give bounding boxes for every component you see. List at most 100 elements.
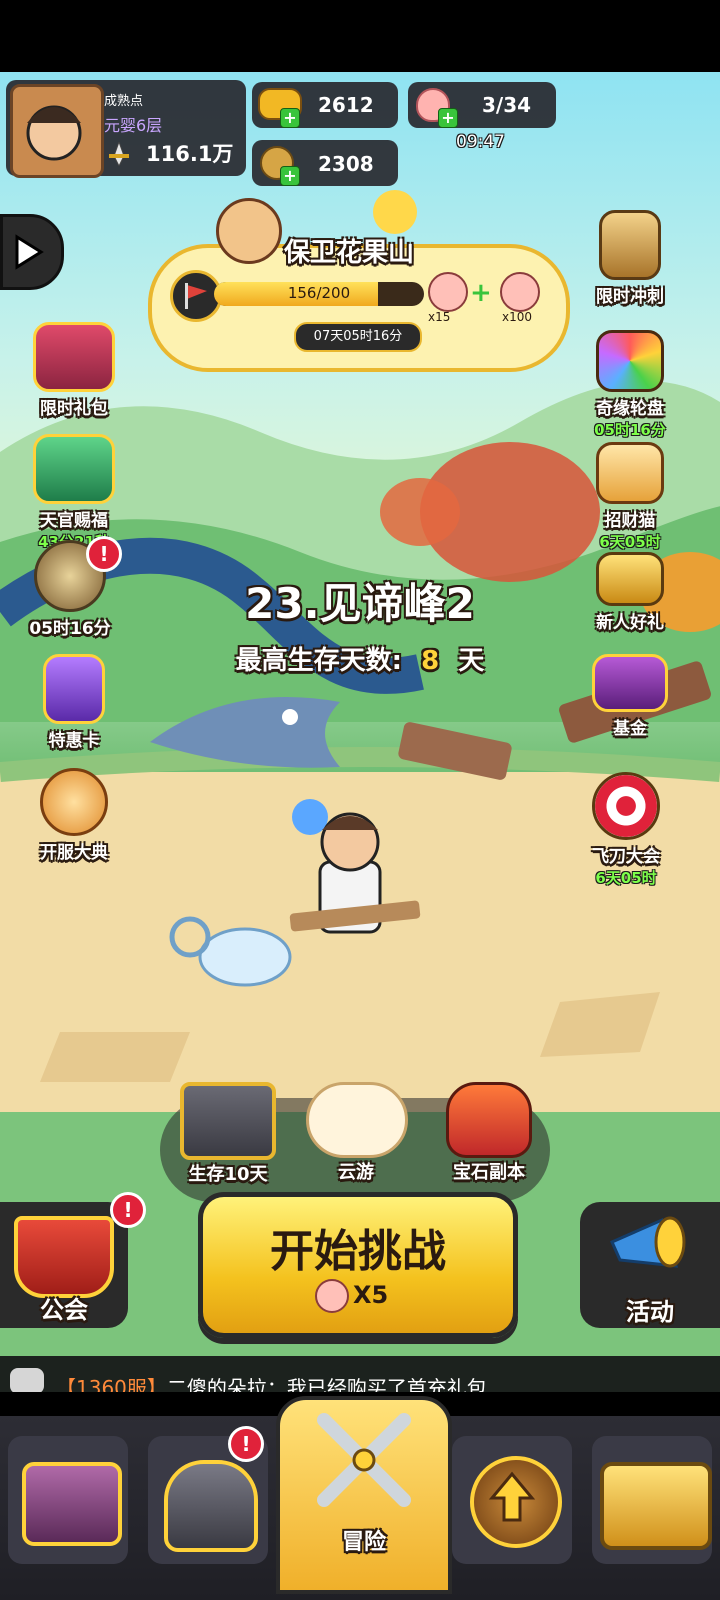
mode-roam-button[interactable]: 云游	[306, 1082, 408, 1184]
start-challenge-button[interactable]: 开始挑战 X5	[198, 1192, 518, 1338]
gem-wheel-icon	[596, 330, 664, 392]
hourglass-icon	[599, 210, 661, 280]
lucky-cat-label: 招财猫	[604, 511, 656, 531]
tab-adventure[interactable]: 冒险	[276, 1396, 452, 1594]
knife-contest-timer: 6天05时	[595, 869, 657, 887]
stage-name: 23.见谛峰2	[245, 579, 475, 628]
best-survival: 最高生存天数: 8 天	[0, 640, 720, 677]
event-progress-text: 156/200	[287, 284, 351, 302]
dragon-icon	[446, 1082, 532, 1158]
play-arrow-icon	[15, 234, 44, 270]
peach-energy-counter[interactable]: + 3/34	[408, 82, 556, 128]
mode-gem-dungeon-label: 宝石副本	[453, 1162, 525, 1183]
lucky-wheel-button[interactable]: 奇缘轮盘 05时16分	[582, 330, 678, 440]
limited-gift-label: 限时礼包	[40, 399, 108, 419]
lucky-wheel-timer: 05时16分	[594, 421, 666, 439]
shop-chest-icon	[22, 1462, 122, 1546]
event-countdown: 07天05时16分	[294, 322, 422, 352]
limited-sprint-label: 限时冲刺	[596, 287, 664, 307]
sword-power-icon	[106, 140, 132, 168]
lucky-cat-icon	[596, 442, 664, 504]
chat-strip[interactable]: 【1360服】二傻的朵拉：我已经购买了首充礼包	[0, 1356, 720, 1392]
mode-roam-label: 云游	[338, 1162, 374, 1183]
coin-counter[interactable]: + 2308	[252, 140, 398, 186]
plus-icon: +	[470, 278, 492, 308]
coin-amount: 2308	[318, 152, 374, 176]
event-title: 保卫花果山	[284, 238, 415, 268]
drum-icon	[40, 768, 108, 836]
cloud-icon	[306, 1082, 408, 1158]
avatar[interactable]	[10, 84, 104, 178]
chat-message: 【1360服】二傻的朵拉：我已经购买了首充礼包	[56, 1372, 487, 1392]
tab-adventure-label: 冒险	[341, 1530, 386, 1555]
limited-sprint-button[interactable]: 限时冲刺	[582, 210, 678, 307]
chat-server-tag: 【1360服】	[56, 1376, 167, 1392]
lucky-cat-timer: 6天05时	[599, 533, 661, 551]
best-survival-value: 8	[421, 646, 440, 676]
activity-label: 活动	[626, 1298, 674, 1326]
tab-treasure[interactable]	[592, 1436, 712, 1564]
combat-power: 116.1万	[146, 142, 234, 166]
gold-counter[interactable]: + 2612	[252, 82, 398, 128]
energy-timer: 09:47	[456, 132, 505, 152]
horn-icon	[602, 1212, 694, 1282]
knife-contest-label: 飞刀大会	[592, 847, 660, 867]
server-celebration-button[interactable]: 开服大典	[26, 768, 122, 863]
monkey-king-icon	[216, 198, 282, 264]
crossed-swords-icon	[317, 1413, 411, 1507]
reward-peach-big-count: x100	[502, 310, 533, 324]
special-card-label: 特惠卡	[48, 731, 100, 751]
fund-label: 基金	[613, 719, 647, 739]
sand-patch	[40, 1032, 190, 1082]
reward-peach-big-icon[interactable]	[500, 272, 540, 312]
locked-chest-icon	[600, 1462, 712, 1550]
hero-face-icon	[26, 105, 82, 161]
knife-contest-button[interactable]: 飞刀大会 6天05时	[578, 772, 674, 888]
server-celebration-label: 开服大典	[40, 843, 108, 863]
reward-peach-icon[interactable]	[428, 272, 468, 312]
best-survival-label: 最高生存天数:	[235, 646, 403, 676]
mode-survival-label: 生存10天	[188, 1164, 268, 1185]
guild-banner-icon	[14, 1216, 114, 1298]
bottom-tab-bar: ! 冒险	[0, 1396, 720, 1600]
player-info-panel[interactable]: 成熟点 元婴6层 116.1万	[6, 80, 246, 178]
fan-blessing-icon	[33, 434, 115, 504]
guild-button[interactable]: 公会 !	[0, 1192, 146, 1328]
tab-upgrade[interactable]	[452, 1436, 572, 1564]
lucky-cat-button[interactable]: 招财猫 6天05时	[582, 442, 678, 552]
peach-cost-icon	[315, 1279, 349, 1313]
pet-lion-dog	[169, 916, 292, 987]
flying-fish-spirit	[150, 697, 340, 768]
hero-character	[289, 799, 421, 934]
chat-text: 二傻的朵拉：我已经购买了首充礼包	[166, 1376, 487, 1392]
gold-amount: 2612	[318, 93, 374, 117]
best-survival-unit: 天	[458, 646, 485, 676]
equipment-alert-badge: !	[228, 1426, 264, 1462]
status-bar	[0, 0, 720, 72]
sun-shape	[373, 190, 417, 234]
mode-gem-dungeon-button[interactable]: 宝石副本	[434, 1082, 544, 1184]
energy-amount: 3/34	[482, 93, 532, 117]
upgrade-arrow-icon	[470, 1456, 562, 1548]
realm-level: 元婴6层	[104, 116, 163, 135]
tab-equipment[interactable]: !	[148, 1426, 268, 1564]
add-gold-icon[interactable]: +	[280, 108, 300, 128]
target-icon	[592, 772, 660, 840]
start-challenge-cost: X5	[353, 1281, 389, 1309]
limited-gift-button[interactable]: 限时礼包	[26, 322, 122, 419]
maturity-label: 成熟点	[104, 94, 144, 109]
heavenly-blessing-label: 天官赐福	[40, 511, 108, 531]
game-scene: 成熟点 元婴6层 116.1万 + 2612 + 2308 + 3/34 09:…	[0, 72, 720, 1392]
helmet-icon	[164, 1460, 258, 1552]
tab-shop[interactable]	[8, 1436, 128, 1564]
treasure-chest-icon	[180, 1082, 276, 1160]
mode-survival-button[interactable]: 生存10天	[178, 1082, 278, 1186]
reward-peach-count: x15	[428, 310, 451, 324]
activity-button[interactable]: 活动	[580, 1202, 720, 1328]
chat-bubble-icon	[10, 1368, 44, 1392]
add-energy-icon[interactable]: +	[438, 108, 458, 128]
heavenly-blessing-button[interactable]: 天官赐福 43分21秒	[26, 434, 122, 552]
expand-arrow-button[interactable]	[0, 214, 64, 290]
red-smoke-small	[380, 478, 460, 546]
add-coin-icon[interactable]: +	[280, 166, 300, 186]
